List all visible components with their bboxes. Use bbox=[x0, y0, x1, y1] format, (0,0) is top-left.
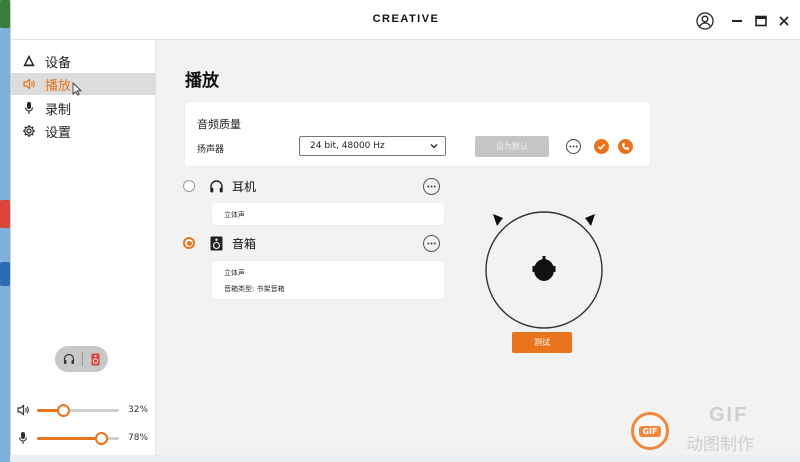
ellipsis-icon bbox=[569, 145, 578, 148]
volume-percent: 32% bbox=[128, 405, 149, 415]
sidebar-item-label: 播放 bbox=[45, 78, 72, 94]
toggle-divider bbox=[82, 352, 84, 366]
headphones-details: 立体声 bbox=[212, 203, 444, 225]
sidebar-item-playback[interactable]: 播放 bbox=[11, 73, 156, 96]
ellipsis-icon bbox=[427, 185, 436, 188]
desktop-icon bbox=[0, 262, 10, 286]
volume-slider[interactable] bbox=[37, 403, 119, 417]
confirm-button[interactable] bbox=[594, 139, 609, 154]
title-bar: CREATIVE bbox=[11, 0, 800, 40]
mic-slider[interactable] bbox=[37, 431, 119, 445]
device-label: 扬声器 bbox=[197, 145, 225, 155]
mic-level-control: 78% bbox=[15, 430, 155, 446]
ellipsis-icon bbox=[427, 242, 436, 245]
headphones-icon bbox=[63, 353, 74, 364]
radio-dot bbox=[186, 240, 192, 246]
desktop-icon bbox=[0, 0, 10, 28]
brand-logo: CREATIVE bbox=[372, 13, 440, 25]
test-button[interactable]: 测试 bbox=[512, 332, 572, 353]
channel-mode: 立体声 bbox=[224, 269, 245, 277]
output-device-toggle[interactable] bbox=[55, 346, 108, 372]
sidebar-item-label: 设备 bbox=[45, 55, 72, 71]
output-label: 耳机 bbox=[232, 179, 257, 194]
output-label: 音箱 bbox=[232, 236, 257, 251]
maximize-icon bbox=[755, 15, 767, 27]
account-button[interactable] bbox=[694, 10, 716, 32]
speakers-radio[interactable] bbox=[183, 237, 195, 249]
headphones-radio[interactable] bbox=[183, 180, 195, 192]
gif-watermark-text: GIF bbox=[709, 404, 749, 426]
sidebar-item-settings[interactable]: 设置 bbox=[11, 120, 156, 142]
triangle-icon bbox=[21, 53, 37, 69]
speakers-more-button[interactable] bbox=[423, 235, 440, 252]
speaker-icon bbox=[15, 402, 31, 418]
output-speakers[interactable]: 音箱 bbox=[183, 233, 433, 253]
gif-watermark-logo: GIF bbox=[631, 412, 669, 450]
mic-icon bbox=[21, 100, 37, 116]
audio-quality-title: 音频质量 bbox=[197, 118, 241, 131]
audio-format-select[interactable]: 24 bit, 48000 Hz bbox=[299, 136, 446, 156]
desktop-icon bbox=[0, 200, 10, 228]
desktop-background bbox=[0, 0, 10, 462]
mic-icon bbox=[15, 430, 31, 446]
left-speaker-icon[interactable] bbox=[493, 214, 503, 226]
speakers-details: 立体声 音箱类型: 书架音箱 bbox=[212, 261, 444, 299]
right-speaker-icon[interactable] bbox=[585, 214, 595, 226]
mic-slider-thumb[interactable] bbox=[94, 431, 108, 445]
maximize-button[interactable] bbox=[750, 10, 772, 32]
sidebar-item-label: 设置 bbox=[45, 125, 72, 141]
test-sound-button[interactable] bbox=[618, 139, 633, 154]
app-window: CREATIVE 设备 播放 录制 设置 32% 78% 播放 音频质量 扬声器… bbox=[10, 0, 800, 455]
page-title: 播放 bbox=[185, 71, 219, 91]
main-content: 播放 音频质量 扬声器 24 bit, 48000 Hz 设为默认 耳机 立体声… bbox=[157, 40, 800, 455]
mic-percent: 78% bbox=[128, 433, 149, 443]
speaker-icon bbox=[21, 76, 37, 92]
gear-icon bbox=[21, 123, 37, 139]
user-icon bbox=[696, 12, 714, 30]
chevron-down-icon bbox=[430, 144, 438, 149]
channel-mode: 立体声 bbox=[224, 211, 245, 219]
close-icon bbox=[779, 16, 789, 26]
set-default-button[interactable]: 设为默认 bbox=[475, 136, 549, 157]
speaker-box-icon bbox=[208, 235, 224, 251]
sidebar-item-devices[interactable]: 设备 bbox=[11, 50, 156, 72]
volume-slider-thumb[interactable] bbox=[57, 403, 71, 417]
headphones-more-button[interactable] bbox=[423, 178, 440, 195]
output-headphones[interactable]: 耳机 bbox=[183, 176, 433, 196]
speaker-type: 音箱类型: 书架音箱 bbox=[224, 285, 285, 293]
mouse-cursor-icon bbox=[72, 82, 83, 96]
sidebar: 设备 播放 录制 设置 32% 78% bbox=[11, 40, 156, 455]
close-button[interactable] bbox=[773, 10, 795, 32]
minimize-button[interactable] bbox=[726, 10, 748, 32]
gif-watermark-subtext: 动图制作 bbox=[686, 435, 754, 455]
mic-slider-fill bbox=[37, 436, 101, 440]
more-options-button[interactable] bbox=[566, 139, 581, 154]
audio-quality-card: 音频质量 扬声器 24 bit, 48000 Hz 设为默认 bbox=[185, 102, 650, 166]
speaker-position-diagram bbox=[485, 211, 603, 329]
listener-head-icon bbox=[532, 256, 556, 281]
sidebar-item-label: 录制 bbox=[45, 102, 72, 118]
volume-control: 32% bbox=[15, 402, 155, 418]
sidebar-item-recording[interactable]: 录制 bbox=[11, 97, 156, 119]
phone-icon bbox=[622, 143, 629, 150]
headphones-icon bbox=[208, 178, 224, 194]
gif-badge-text: GIF bbox=[639, 425, 661, 437]
audio-format-value: 24 bit, 48000 Hz bbox=[310, 141, 385, 151]
check-icon bbox=[597, 143, 606, 150]
speaker-box-icon bbox=[91, 353, 100, 365]
minimize-icon bbox=[732, 20, 742, 22]
